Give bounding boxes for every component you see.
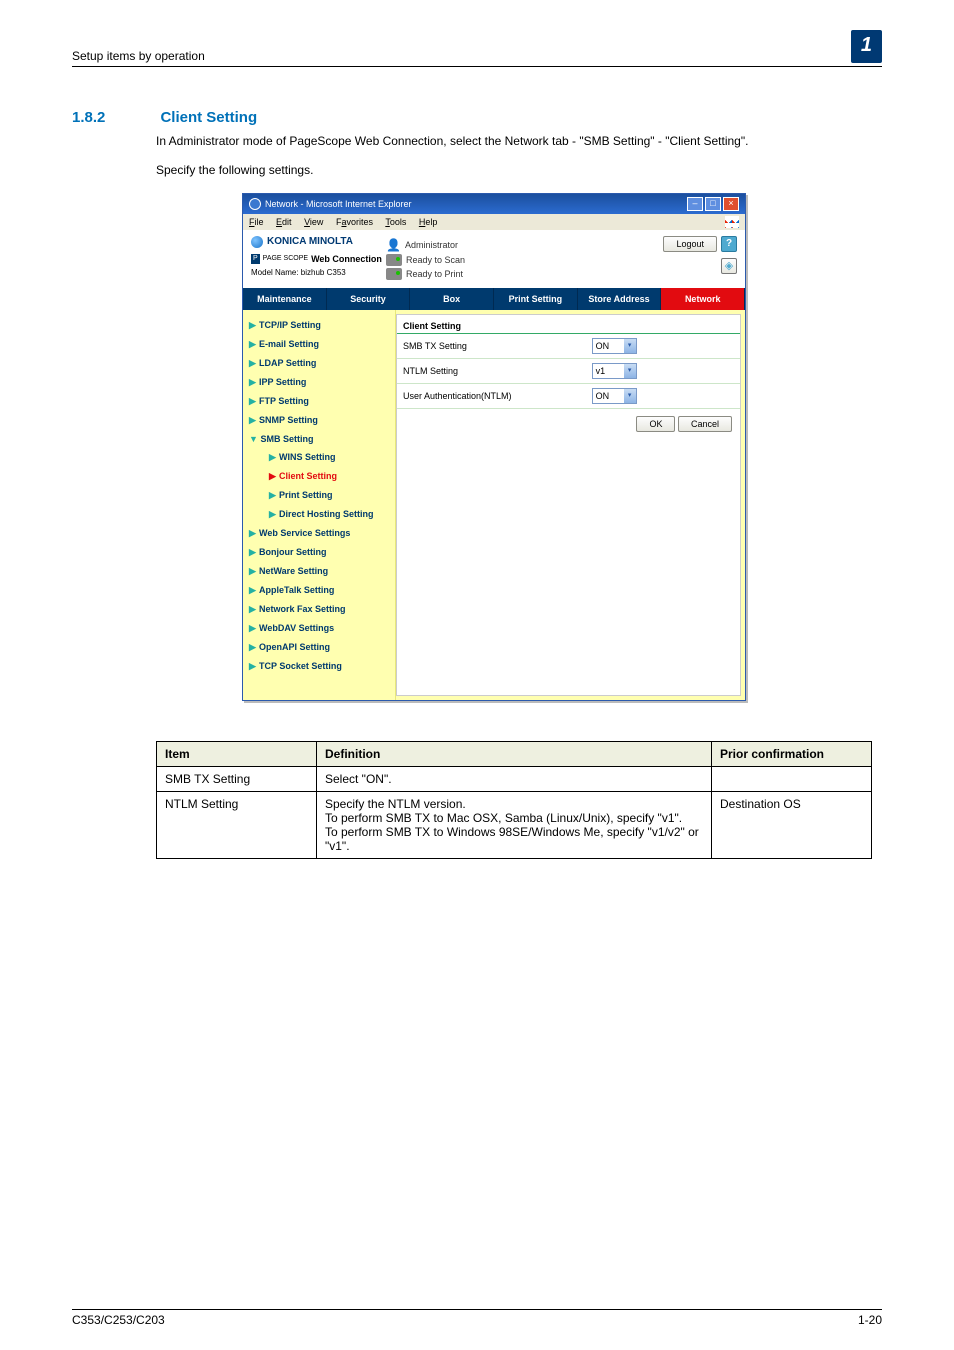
user-role: Administrator	[405, 240, 458, 250]
nav-tcp-socket[interactable]: ▶TCP Socket Setting	[249, 657, 391, 676]
nav-email[interactable]: ▶E-mail Setting	[249, 335, 391, 354]
menu-favorites[interactable]: Favorites	[336, 217, 373, 227]
page-header: Setup items by operation 1	[72, 30, 882, 67]
row-ntlm-label: NTLM Setting	[397, 358, 586, 383]
running-head: Setup items by operation	[72, 49, 205, 63]
paragraph-2: Specify the following settings.	[156, 162, 882, 179]
nav-webdav[interactable]: ▶WebDAV Settings	[249, 619, 391, 638]
tab-security[interactable]: Security	[327, 288, 411, 310]
menu-help[interactable]: Help	[419, 217, 438, 227]
col-prior: Prior confirmation	[712, 741, 872, 766]
admin-icon: 👤	[386, 238, 401, 252]
nav-smb-print[interactable]: ▶Print Setting	[249, 486, 391, 505]
footer-left: C353/C253/C203	[72, 1313, 165, 1327]
section-title: Client Setting	[160, 109, 257, 126]
tab-print-setting[interactable]: Print Setting	[494, 288, 578, 310]
cell-item: SMB TX Setting	[157, 766, 317, 791]
nav-netware[interactable]: ▶NetWare Setting	[249, 562, 391, 581]
pagescope-icon: P	[251, 254, 260, 264]
tab-box[interactable]: Box	[410, 288, 494, 310]
status-scan: Ready to Scan	[406, 255, 465, 265]
nav-ldap[interactable]: ▶LDAP Setting	[249, 354, 391, 373]
nav-snmp[interactable]: ▶SNMP Setting	[249, 411, 391, 430]
chevron-down-icon: ▾	[624, 364, 636, 378]
pane-title: Client Setting	[397, 315, 740, 334]
nav-ftp[interactable]: ▶FTP Setting	[249, 392, 391, 411]
button-row: OK Cancel	[397, 409, 740, 439]
logout-button[interactable]: Logout	[663, 236, 717, 252]
window-controls: – □ ×	[687, 197, 739, 211]
main-tabs: Maintenance Security Box Print Setting S…	[243, 288, 745, 310]
settings-table: SMB TX Setting ON ▾ NTLM Setting v	[397, 334, 740, 409]
nav-ipp[interactable]: ▶IPP Setting	[249, 373, 391, 392]
cell-item: NTLM Setting	[157, 791, 317, 858]
smb-tx-select[interactable]: ON ▾	[592, 338, 637, 354]
close-button[interactable]: ×	[723, 197, 739, 211]
brand: KONICA MINOLTA	[251, 236, 386, 248]
printer-status-icon	[386, 268, 402, 280]
page-footer: C353/C253/C203 1-20	[72, 1309, 882, 1327]
cell-prior	[712, 766, 872, 791]
chapter-badge: 1	[851, 30, 882, 63]
refresh-button[interactable]: ◈	[721, 258, 737, 274]
definition-table: Item Definition Prior confirmation SMB T…	[156, 741, 872, 859]
col-definition: Definition	[317, 741, 712, 766]
section-number: 1.8.2	[72, 109, 156, 126]
scanner-status-icon	[386, 254, 402, 266]
brand-globe-icon	[251, 236, 263, 248]
screenshot-window: Network - Microsoft Internet Explorer – …	[242, 193, 746, 701]
left-nav: ▶TCP/IP Setting ▶E-mail Setting ▶LDAP Se…	[243, 310, 396, 700]
content-area: ▶TCP/IP Setting ▶E-mail Setting ▶LDAP Se…	[243, 310, 745, 700]
ie-icon	[249, 198, 261, 210]
table-row: NTLM Setting Specify the NTLM version. T…	[157, 791, 872, 858]
app-header: KONICA MINOLTA P PAGE SCOPE Web Connecti…	[243, 230, 745, 288]
nav-smb-wins[interactable]: ▶WINS Setting	[249, 448, 391, 467]
user-auth-select[interactable]: ON ▾	[592, 388, 637, 404]
nav-web-service[interactable]: ▶Web Service Settings	[249, 524, 391, 543]
subbrand: P PAGE SCOPE Web Connection	[251, 254, 386, 264]
table-row: SMB TX Setting Select "ON".	[157, 766, 872, 791]
subbrand-pre: PAGE SCOPE	[263, 255, 308, 262]
footer-right: 1-20	[858, 1313, 882, 1327]
nav-smb-client[interactable]: ▶Client Setting	[249, 467, 391, 486]
model-name: Model Name: bizhub C353	[251, 268, 386, 277]
status-print: Ready to Print	[406, 269, 463, 279]
cell-prior: Destination OS	[712, 791, 872, 858]
help-button[interactable]: ?	[721, 236, 737, 252]
chevron-down-icon: ▾	[624, 339, 636, 353]
cell-def: Select "ON".	[317, 766, 712, 791]
tab-store-address[interactable]: Store Address	[578, 288, 662, 310]
window-title: Network - Microsoft Internet Explorer	[265, 199, 412, 209]
subbrand-text: Web Connection	[311, 254, 382, 264]
ntlm-select[interactable]: v1 ▾	[592, 363, 637, 379]
cancel-button[interactable]: Cancel	[678, 416, 732, 432]
maximize-button[interactable]: □	[705, 197, 721, 211]
tab-maintenance[interactable]: Maintenance	[243, 288, 327, 310]
menu-view[interactable]: View	[304, 217, 323, 227]
nav-appletalk[interactable]: ▶AppleTalk Setting	[249, 581, 391, 600]
nav-smb-direct-hosting[interactable]: ▶Direct Hosting Setting	[249, 505, 391, 524]
minimize-button[interactable]: –	[687, 197, 703, 211]
brand-text: KONICA MINOLTA	[267, 236, 353, 247]
tab-network[interactable]: Network	[661, 288, 745, 310]
nav-bonjour[interactable]: ▶Bonjour Setting	[249, 543, 391, 562]
ie-throbber-icon	[725, 216, 739, 228]
paragraph-1: In Administrator mode of PageScope Web C…	[156, 133, 882, 150]
ok-button[interactable]: OK	[636, 416, 675, 432]
nav-tcpip[interactable]: ▶TCP/IP Setting	[249, 316, 391, 335]
menu-edit[interactable]: Edit	[276, 217, 292, 227]
cell-def: Specify the NTLM version. To perform SMB…	[317, 791, 712, 858]
row-user-auth-label: User Authentication(NTLM)	[397, 383, 586, 408]
window-titlebar: Network - Microsoft Internet Explorer – …	[243, 194, 745, 214]
menu-file[interactable]: File	[249, 217, 264, 227]
nav-smb[interactable]: ▼ SMB Setting	[249, 430, 391, 448]
menu-tools[interactable]: Tools	[385, 217, 406, 227]
nav-network-fax[interactable]: ▶Network Fax Setting	[249, 600, 391, 619]
col-item: Item	[157, 741, 317, 766]
nav-openapi[interactable]: ▶OpenAPI Setting	[249, 638, 391, 657]
menubar: File Edit View Favorites Tools Help	[243, 214, 745, 230]
settings-pane: Client Setting SMB TX Setting ON ▾ NTLM …	[396, 314, 741, 696]
chevron-down-icon: ▾	[624, 389, 636, 403]
row-smb-tx-label: SMB TX Setting	[397, 334, 586, 359]
